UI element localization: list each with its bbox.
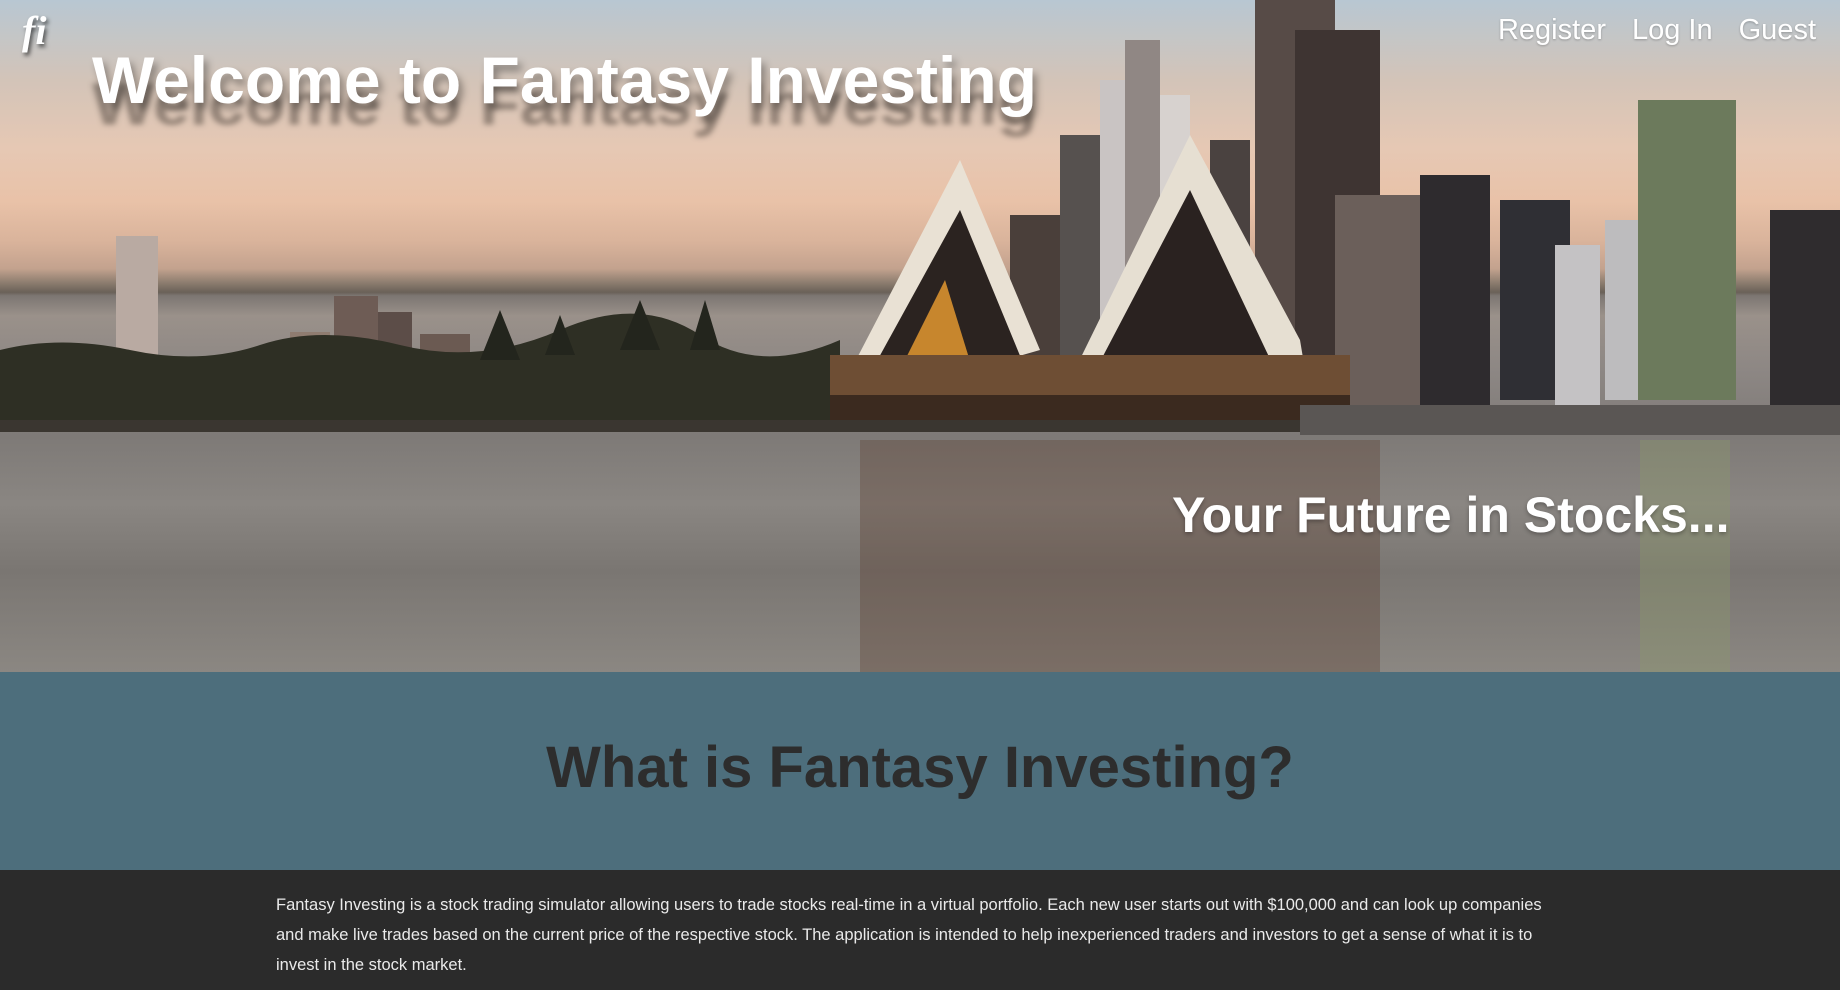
hero-title-wrap: Welcome to Fantasy Investing Welcome to … <box>92 40 1038 137</box>
what-is-section: What is Fantasy Investing? <box>0 672 1840 870</box>
what-is-heading: What is Fantasy Investing? <box>546 734 1294 800</box>
register-link[interactable]: Register <box>1498 14 1606 47</box>
top-nav: Register Log In Guest <box>1498 14 1816 47</box>
hero-tagline: Your Future in Stocks... <box>1172 487 1730 543</box>
guest-link[interactable]: Guest <box>1739 14 1816 47</box>
login-link[interactable]: Log In <box>1632 14 1713 47</box>
about-section: Fantasy Investing is a stock trading sim… <box>0 870 1840 990</box>
about-text: Fantasy Investing is a stock trading sim… <box>276 896 1542 974</box>
hero-banner: fi Register Log In Guest Welcome to Fant… <box>0 0 1840 672</box>
logo[interactable]: fi <box>22 8 62 54</box>
hero-title: Welcome to Fantasy Investing <box>92 43 1038 117</box>
